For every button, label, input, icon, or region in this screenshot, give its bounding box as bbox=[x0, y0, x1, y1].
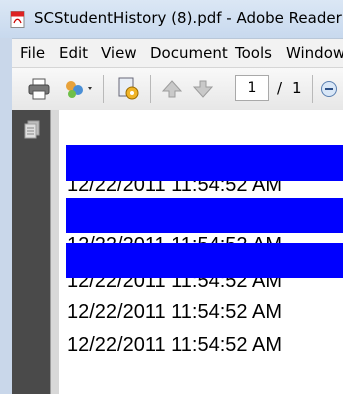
window-title: SCStudentHistory (8).pdf - Adobe Reader bbox=[34, 9, 342, 27]
menu-edit[interactable]: Edit bbox=[59, 44, 88, 62]
page-number-input[interactable]: 1 bbox=[235, 75, 269, 101]
window-frame-edge bbox=[0, 38, 12, 394]
text-highlight bbox=[66, 243, 343, 278]
menu-bar: File Edit View Document Tools Window bbox=[12, 38, 343, 67]
document-line: 12/22/2011 11:54:52 AM bbox=[67, 301, 282, 323]
navigation-panel bbox=[12, 110, 50, 394]
next-page-icon[interactable] bbox=[193, 80, 213, 98]
zoom-out-icon[interactable] bbox=[320, 80, 338, 98]
panel-splitter[interactable] bbox=[50, 110, 59, 394]
share-icon[interactable] bbox=[63, 78, 95, 100]
document-line: 12/22/2011 11:54:52 AM bbox=[67, 334, 282, 356]
text-highlight bbox=[66, 198, 343, 233]
menu-file[interactable]: File bbox=[20, 44, 45, 62]
toolbar: 1 / 1 bbox=[12, 67, 343, 111]
title-bar: SCStudentHistory (8).pdf - Adobe Reader bbox=[0, 0, 343, 38]
pages-icon[interactable] bbox=[23, 120, 41, 140]
attach-gear-icon[interactable] bbox=[116, 76, 142, 102]
toolbar-separator bbox=[103, 75, 104, 103]
toolbar-separator bbox=[150, 75, 151, 103]
pdf-app-icon bbox=[10, 11, 25, 28]
menu-view[interactable]: View bbox=[101, 44, 137, 62]
toolbar-separator bbox=[312, 75, 313, 103]
document-page: 12/22/2011 11:54:52 AM 12/22/2011 11:54:… bbox=[59, 110, 343, 394]
text-highlight bbox=[66, 145, 343, 181]
page-total: 1 bbox=[292, 79, 302, 97]
page-separator: / bbox=[277, 79, 283, 97]
menu-tools[interactable]: Tools bbox=[235, 44, 272, 62]
menu-window[interactable]: Window bbox=[286, 44, 343, 62]
print-icon[interactable] bbox=[27, 78, 51, 100]
menu-document[interactable]: Document bbox=[150, 44, 228, 62]
previous-page-icon[interactable] bbox=[162, 80, 182, 98]
